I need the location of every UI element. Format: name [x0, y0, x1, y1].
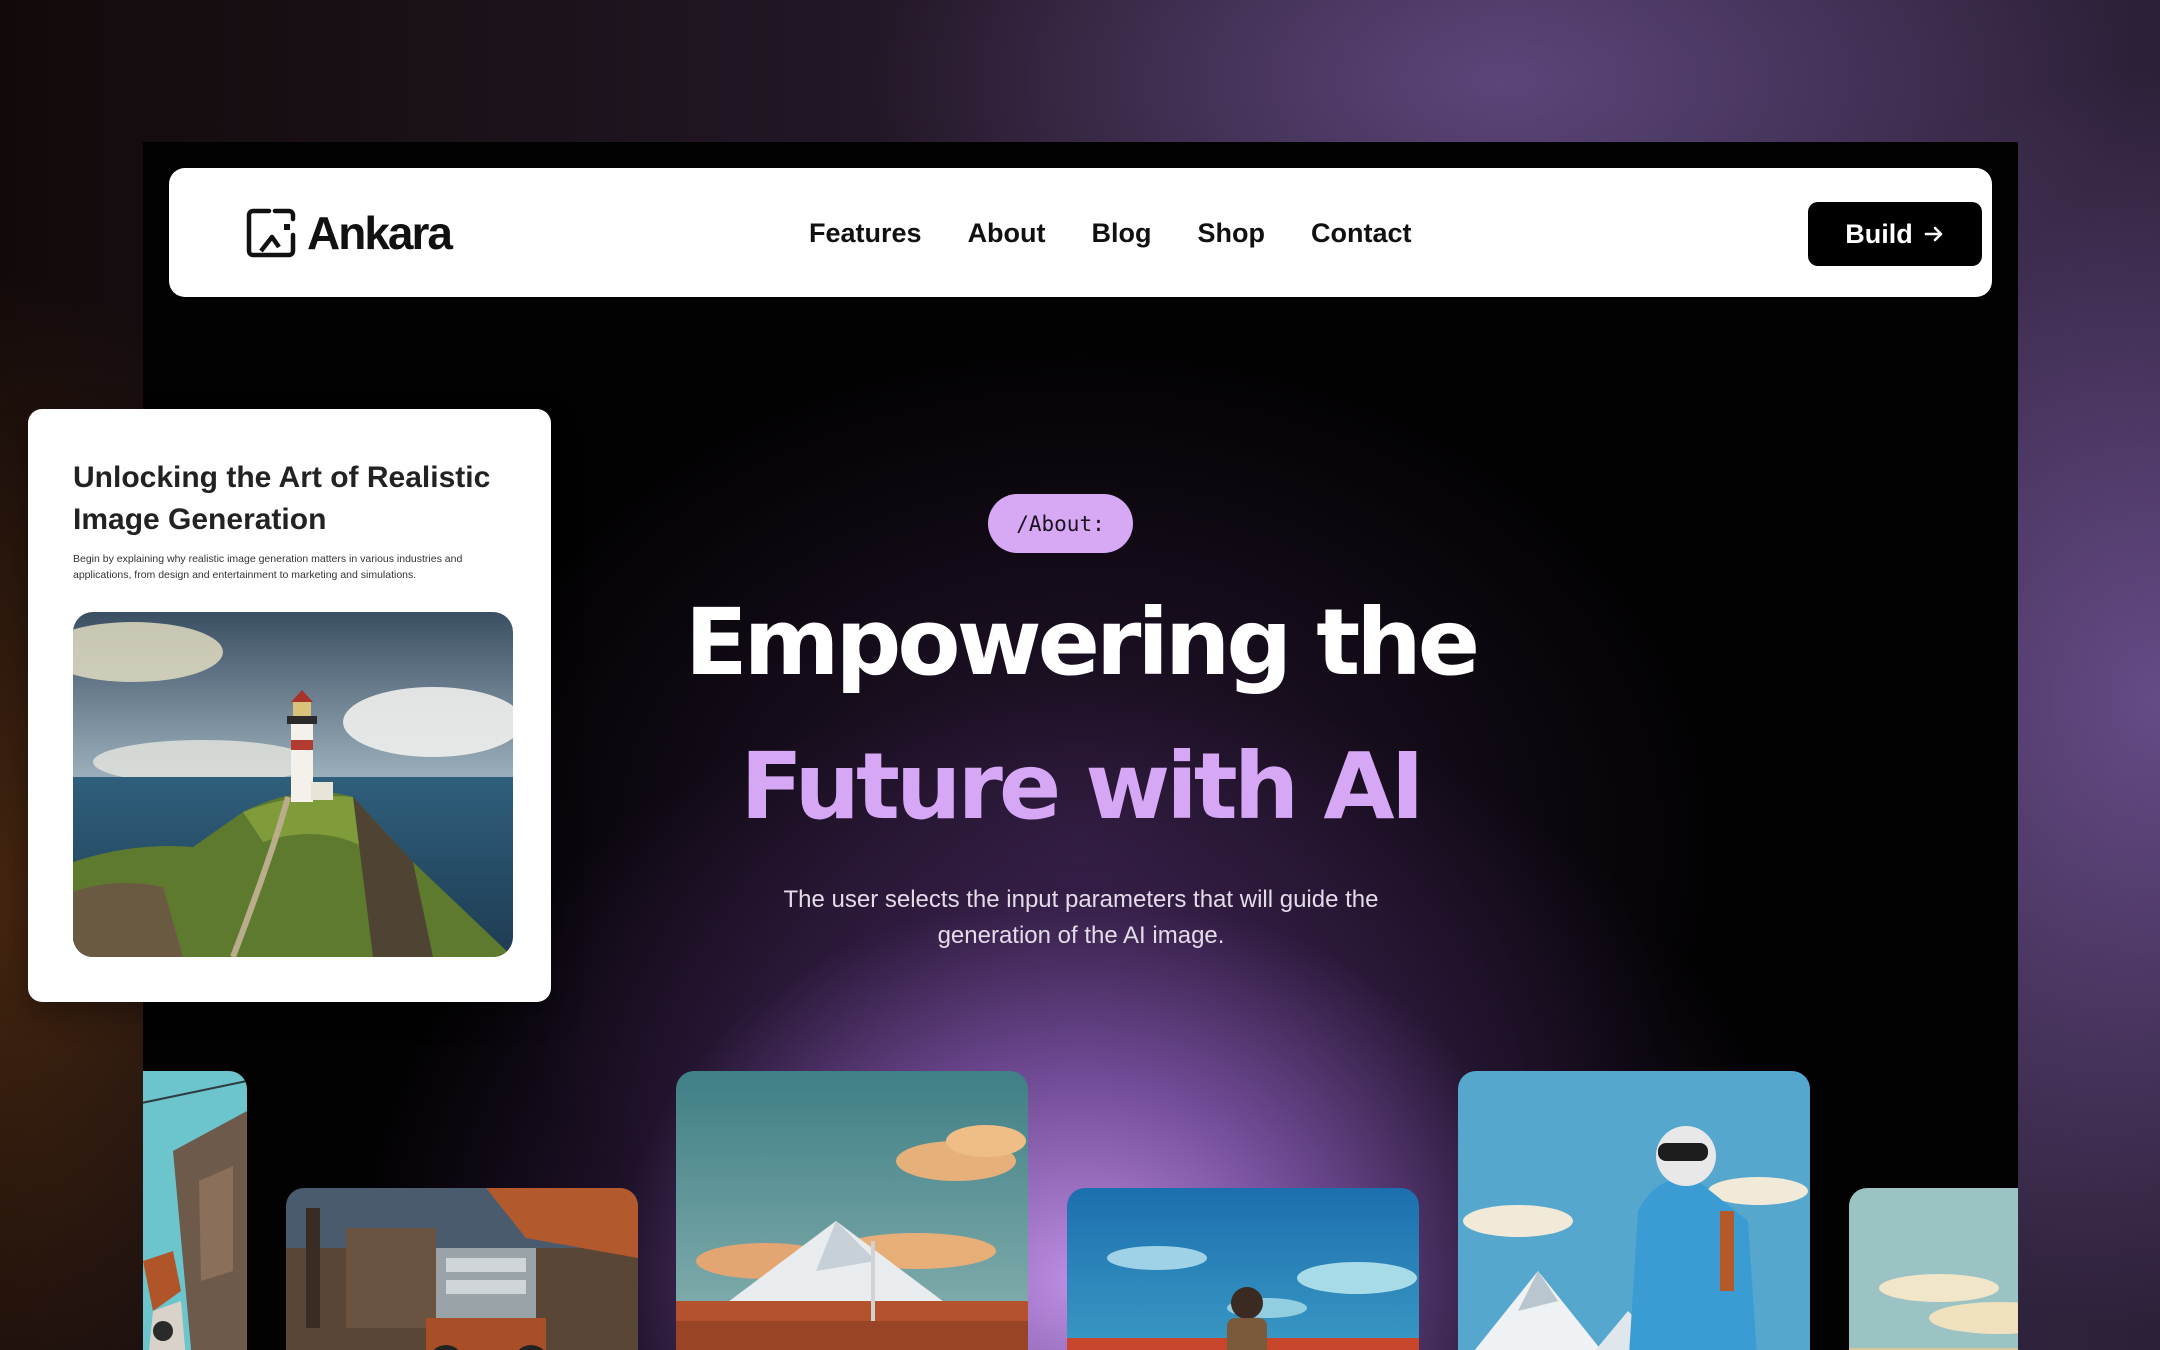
- build-button-label: Build: [1845, 218, 1913, 249]
- article-image-lighthouse: [73, 612, 513, 957]
- article-title: Unlocking the Art of Realistic Image Gen…: [73, 461, 491, 536]
- brand-name: Ankara: [307, 207, 453, 259]
- navbar: Ankara Features About Blog Shop Contact …: [169, 168, 1992, 297]
- arrow-right-icon: [1924, 226, 1943, 242]
- article-card[interactable]: Unlocking the Art of Realistic Image Gen…: [28, 409, 551, 1002]
- nav-link-shop[interactable]: Shop: [1198, 208, 1266, 258]
- gallery-image-mountain-city[interactable]: [676, 1071, 1028, 1350]
- brand[interactable]: Ankara: [245, 206, 453, 260]
- nav-link-blog[interactable]: Blog: [1092, 208, 1152, 258]
- gallery-image-mountaineer[interactable]: [1458, 1071, 1810, 1350]
- image-frame-icon: [246, 208, 296, 258]
- gallery-image-vehicle[interactable]: [286, 1188, 638, 1350]
- gallery-image-landscape[interactable]: [1849, 1188, 2018, 1350]
- hero-subtitle: The user selects the input parameters th…: [783, 886, 1379, 949]
- gallery-image-figure[interactable]: [143, 1071, 247, 1350]
- article-description: Begin by explaining why realistic image …: [73, 553, 463, 581]
- gallery-image-pilot[interactable]: [1067, 1188, 1419, 1350]
- nav-link-features[interactable]: Features: [809, 208, 922, 258]
- about-tag: /About:: [988, 494, 1133, 553]
- nav-link-about[interactable]: About: [968, 208, 1046, 258]
- main-nav: Features About Blog Shop Contact: [809, 208, 1412, 258]
- build-button[interactable]: Build: [1808, 202, 1982, 266]
- nav-link-contact[interactable]: Contact: [1311, 208, 1412, 258]
